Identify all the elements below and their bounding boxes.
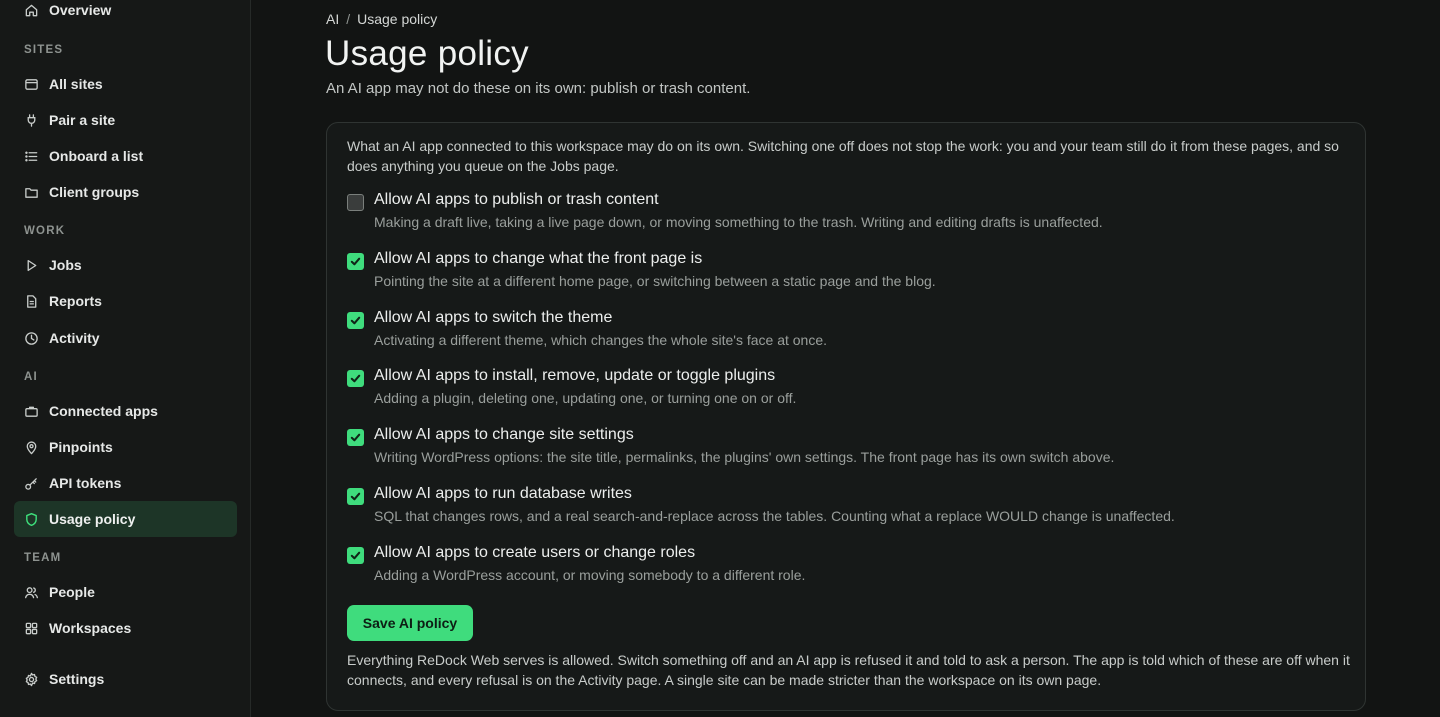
policy-label: Allow AI apps to change site settings <box>374 426 634 443</box>
sidebar-item-label: Reports <box>49 293 102 309</box>
checkmark-icon <box>350 316 361 325</box>
list-icon <box>24 149 39 164</box>
browser-window-icon <box>24 77 39 92</box>
play-icon <box>24 258 39 273</box>
shield-icon <box>24 512 39 527</box>
policy-site-settings: Allow AI apps to change site settings Wr… <box>347 426 1347 476</box>
checkmark-icon <box>350 374 361 383</box>
policy-description: SQL that changes rows, and a real search… <box>374 508 1175 524</box>
sidebar-item-overview[interactable]: Overview <box>14 0 237 28</box>
policy-description: Activating a different theme, which chan… <box>374 332 828 348</box>
policy-description: Adding a plugin, deleting one, updating … <box>374 390 797 406</box>
folder-icon <box>24 185 39 200</box>
sidebar-item-label: Connected apps <box>49 403 158 419</box>
policy-checkbox[interactable] <box>347 488 364 505</box>
breadcrumb-separator: / <box>346 11 351 27</box>
sidebar-item-usage-policy[interactable]: Usage policy <box>14 501 237 537</box>
panel-intro-text: What an AI app connected to this workspa… <box>347 138 1339 174</box>
sidebar-item-label: Onboard a list <box>49 148 144 164</box>
policy-checkbox[interactable] <box>347 547 364 564</box>
gear-icon <box>24 672 39 687</box>
section-title-team: TEAM <box>24 552 62 564</box>
policy-panel: What an AI app connected to this workspa… <box>326 122 1366 711</box>
policy-checkbox[interactable] <box>347 370 364 387</box>
sidebar: Overview SITES All sites Pair a site Onb… <box>0 0 251 717</box>
sidebar-item-label: Pinpoints <box>49 439 113 455</box>
sidebar-item-api-tokens[interactable]: API tokens <box>14 465 237 501</box>
policy-users-roles: Allow AI apps to create users or change … <box>347 544 1347 594</box>
policy-plugins: Allow AI apps to install, remove, update… <box>347 367 1347 417</box>
app-root: Overview SITES All sites Pair a site Onb… <box>0 0 1440 717</box>
checkmark-icon <box>350 551 361 560</box>
sidebar-item-pair-site[interactable]: Pair a site <box>14 102 237 138</box>
briefcase-icon <box>24 404 39 419</box>
checkmark-icon <box>350 433 361 442</box>
policy-switch-theme: Allow AI apps to switch the theme Activa… <box>347 309 1347 359</box>
breadcrumb-current: Usage policy <box>357 11 438 27</box>
sidebar-item-settings[interactable]: Settings <box>14 661 237 697</box>
sidebar-item-people[interactable]: People <box>14 574 237 610</box>
checkmark-icon <box>350 492 361 501</box>
sidebar-item-onboard-list[interactable]: Onboard a list <box>14 138 237 174</box>
sidebar-item-pinpoints[interactable]: Pinpoints <box>14 429 237 465</box>
policy-publish-trash: Allow AI apps to publish or trash conten… <box>347 191 1347 241</box>
sidebar-item-label: Overview <box>49 2 112 18</box>
sidebar-item-label: Usage policy <box>49 511 136 527</box>
sidebar-item-label: All sites <box>49 76 103 92</box>
checkmark-icon <box>350 257 361 266</box>
users-icon <box>24 585 39 600</box>
policy-database-writes: Allow AI apps to run database writes SQL… <box>347 485 1347 535</box>
section-title-sites: SITES <box>24 44 64 56</box>
sidebar-item-label: Settings <box>49 671 105 687</box>
policy-label: Allow AI apps to publish or trash conten… <box>374 191 659 208</box>
sidebar-item-workspaces[interactable]: Workspaces <box>14 610 237 646</box>
grid-icon <box>24 621 39 636</box>
map-pin-icon <box>24 440 39 455</box>
policy-description: Adding a WordPress account, or moving so… <box>374 567 806 583</box>
sidebar-item-jobs[interactable]: Jobs <box>14 247 237 283</box>
policy-checkbox[interactable] <box>347 429 364 446</box>
policy-description: Making a draft live, taking a live page … <box>374 214 1103 230</box>
policy-front-page: Allow AI apps to change what the front p… <box>347 250 1347 300</box>
page-title: Usage policy <box>325 34 529 73</box>
policy-label: Allow AI apps to run database writes <box>374 485 632 502</box>
policy-label: Allow AI apps to switch the theme <box>374 309 613 326</box>
save-ai-policy-button[interactable]: Save AI policy <box>347 605 473 641</box>
plug-icon <box>24 113 39 128</box>
sidebar-item-label: Jobs <box>49 257 82 273</box>
policy-label: Allow AI apps to create users or change … <box>374 544 696 561</box>
section-title-work: WORK <box>24 225 66 237</box>
breadcrumb-link-ai[interactable]: AI <box>326 11 339 27</box>
section-title-ai: AI <box>24 371 38 383</box>
sidebar-item-label: API tokens <box>49 475 122 491</box>
policy-label: Allow AI apps to change what the front p… <box>374 250 703 267</box>
sidebar-item-client-groups[interactable]: Client groups <box>14 174 237 210</box>
policy-description: Pointing the site at a different home pa… <box>374 273 936 289</box>
sidebar-item-label: Activity <box>49 330 100 346</box>
policy-checkbox[interactable] <box>347 194 364 211</box>
sidebar-item-label: Workspaces <box>49 620 132 636</box>
policy-description: Writing WordPress options: the site titl… <box>374 449 1115 465</box>
breadcrumb: AI / Usage policy <box>326 11 437 27</box>
policy-checkbox[interactable] <box>347 312 364 329</box>
sidebar-item-label: Pair a site <box>49 112 116 128</box>
sidebar-item-activity[interactable]: Activity <box>14 320 237 356</box>
clock-icon <box>24 331 39 346</box>
home-icon <box>24 3 39 18</box>
sidebar-item-connected-apps[interactable]: Connected apps <box>14 393 237 429</box>
sidebar-item-reports[interactable]: Reports <box>14 283 237 319</box>
policy-label: Allow AI apps to install, remove, update… <box>374 367 776 384</box>
sidebar-item-all-sites[interactable]: All sites <box>14 66 237 102</box>
sidebar-item-label: People <box>49 584 95 600</box>
document-icon <box>24 294 39 309</box>
key-icon <box>24 476 39 491</box>
sidebar-item-label: Client groups <box>49 184 140 200</box>
panel-footer-text: Everything ReDock Web serves is allowed.… <box>347 652 1350 688</box>
page-subtitle: An AI app may not do these on its own: p… <box>326 80 751 97</box>
policy-checkbox[interactable] <box>347 253 364 270</box>
